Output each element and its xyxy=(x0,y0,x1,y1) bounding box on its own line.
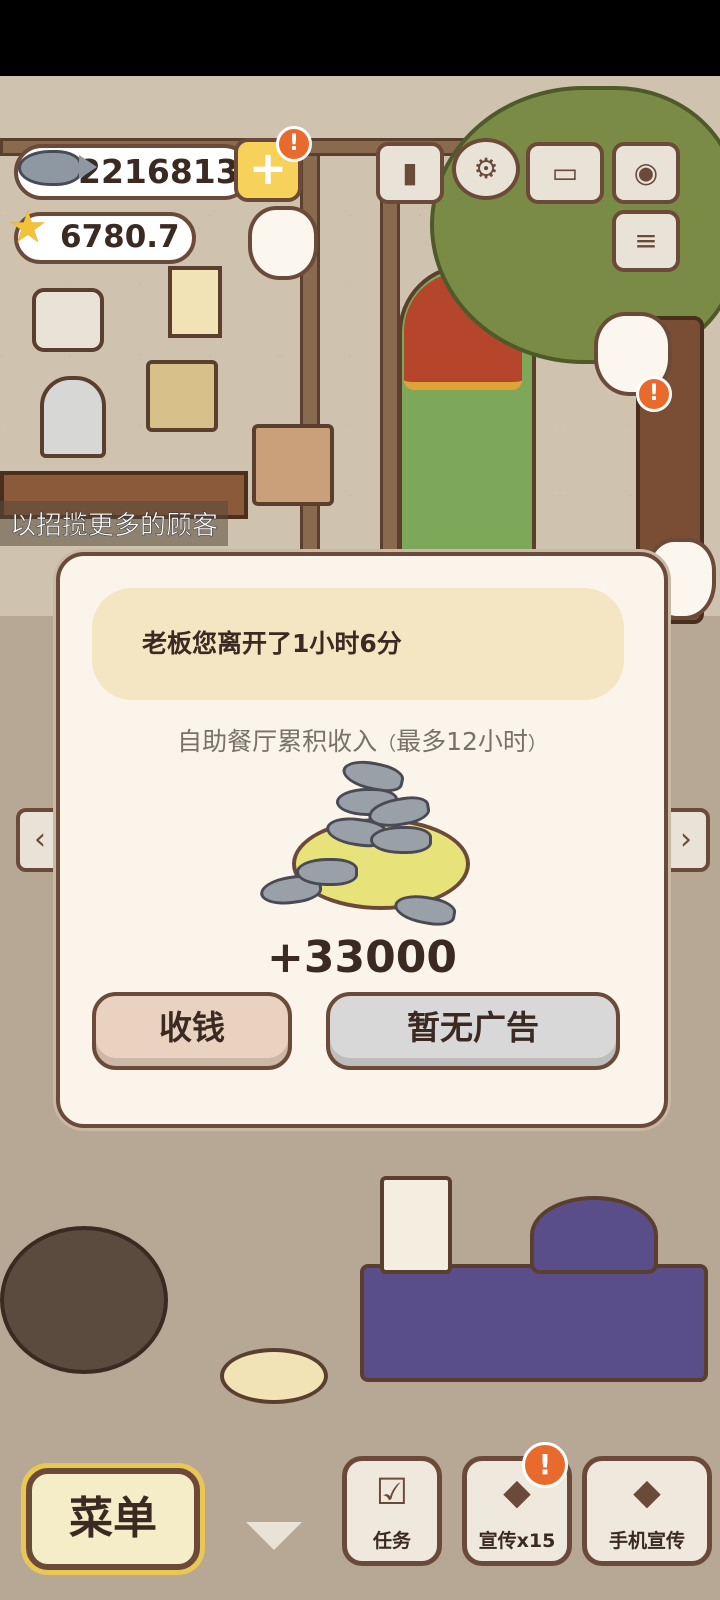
fish-icon xyxy=(296,858,358,886)
scroll-right-arrow[interactable]: › xyxy=(662,808,710,872)
task-label: 任务 xyxy=(372,1530,411,1552)
collect-money-button[interactable]: 收钱 xyxy=(92,992,292,1070)
dialog-banner: 老板您离开了1小时6分 xyxy=(92,588,624,700)
subtitle-main: 自助餐厅累积收入 xyxy=(177,727,378,756)
phone-promo-button[interactable]: ◆ 手机宣传 xyxy=(582,1456,712,1566)
food-bowl xyxy=(220,1348,328,1404)
cauldron xyxy=(0,1226,168,1374)
collapse-arrow-icon[interactable] xyxy=(246,1522,302,1550)
phone-flyer-icon: ◆ xyxy=(633,1472,661,1513)
checklist-icon: ☑ xyxy=(375,1472,409,1513)
subtitle-paren-close: ） xyxy=(527,733,547,755)
star-icon: ★ xyxy=(8,202,48,253)
wooden-beam xyxy=(380,146,400,622)
settings-icon[interactable]: ⚙ xyxy=(452,138,520,200)
xo-box xyxy=(146,360,218,432)
promo-label: 宣传x15 xyxy=(478,1530,556,1552)
camera-icon[interactable]: ◉ xyxy=(612,142,680,204)
certificate-frame xyxy=(168,266,222,338)
magic-table xyxy=(360,1264,708,1382)
offline-income-dialog: 老板您离开了1小时6分 自助餐厅累积收入（最多12小时） +33000 收钱 暂… xyxy=(56,552,668,1128)
recipe-book-icon[interactable]: ▭ xyxy=(526,142,604,204)
alert-badge: ! xyxy=(276,126,312,162)
candle xyxy=(380,1176,452,1274)
subtitle-paren-open: （ xyxy=(377,733,397,755)
fish-icon xyxy=(392,890,458,930)
subtitle-note: 最多12小时 xyxy=(396,727,528,756)
income-subtitle: 自助餐厅累积收入（最多12小时） xyxy=(60,722,664,758)
phone-promo-label: 手机宣传 xyxy=(608,1530,685,1552)
ranking-icon[interactable]: ▮ xyxy=(376,142,444,204)
task-button[interactable]: ☑ 任务 xyxy=(342,1456,442,1566)
fish-coin-icon xyxy=(18,150,97,186)
fish-coin-value: 2216813 xyxy=(78,152,239,191)
newspaper-icon[interactable]: ≡ xyxy=(612,210,680,272)
lucky-cat xyxy=(248,206,318,280)
star-value: 6780.7 xyxy=(60,219,180,255)
fish-icon xyxy=(370,826,432,854)
alert-badge: ! xyxy=(636,376,672,412)
hint-text: 以招揽更多的顾客 xyxy=(0,501,229,546)
menu-button[interactable]: 菜单 xyxy=(26,1468,200,1570)
shop-icon[interactable] xyxy=(32,288,104,352)
alert-badge: ! xyxy=(522,1442,568,1488)
cash-register xyxy=(252,424,334,506)
away-time-text: 老板您离开了1小时6分 xyxy=(142,629,402,658)
cake-dome xyxy=(40,376,106,458)
reward-amount: +33000 xyxy=(267,932,457,983)
no-ad-button[interactable]: 暂无广告 xyxy=(326,992,620,1070)
witch-hat xyxy=(530,1196,658,1274)
